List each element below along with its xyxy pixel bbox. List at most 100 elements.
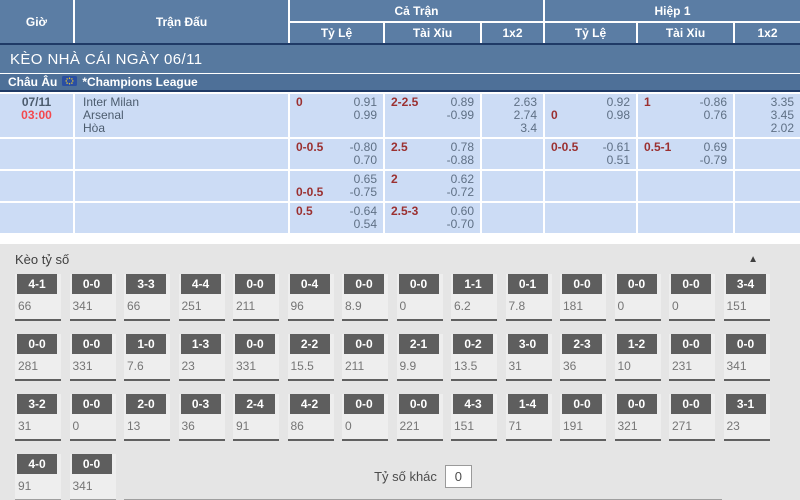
h1-handicap-cell[interactable] xyxy=(545,203,636,233)
ft-handicap-cell[interactable]: 0.650-0.5-0.75 xyxy=(290,171,383,201)
ft-overunder-cell[interactable]: 2-2.50.89-0.99 xyxy=(385,94,480,137)
score-odd-value: 71 xyxy=(506,414,552,433)
score-cell[interactable]: 0-496 xyxy=(288,274,334,321)
h1-1x2-cell[interactable] xyxy=(735,171,800,201)
collapse-arrow-icon[interactable]: ▲ xyxy=(748,254,758,265)
score-cell[interactable]: 2-19.9 xyxy=(397,334,443,381)
score-cell[interactable]: 1-07.6 xyxy=(124,334,170,381)
score-cell[interactable]: 0-00 xyxy=(615,274,661,321)
score-cell[interactable]: 0-0231 xyxy=(669,334,715,381)
score-cell[interactable]: 0-336 xyxy=(179,394,225,441)
score-cell[interactable]: 0-00 xyxy=(397,274,443,321)
score-label: 0-0 xyxy=(617,274,657,294)
score-cell[interactable]: 0-213.5 xyxy=(451,334,497,381)
score-cell[interactable]: 0-0221 xyxy=(397,394,443,441)
score-cell[interactable]: 3-031 xyxy=(506,334,552,381)
score-cell[interactable]: 0-00 xyxy=(342,394,388,441)
score-cell[interactable]: 0-0281 xyxy=(15,334,61,381)
handicap-value: 2 xyxy=(391,173,398,186)
ft-overunder-cell[interactable]: 20.62-0.72 xyxy=(385,171,480,201)
column-header-h1-1x2: 1x2 xyxy=(735,23,800,43)
h1-overunder-cell[interactable]: 0.5-10.69-0.79 xyxy=(638,139,733,169)
ft-overunder-cell[interactable]: 2.5-30.60-0.70 xyxy=(385,203,480,233)
score-label: 4-2 xyxy=(290,394,330,414)
h1-overunder-cell[interactable]: 1-0.860.76 xyxy=(638,94,733,137)
score-odd-value: 341 xyxy=(70,474,116,493)
odds-line: -0.88 xyxy=(385,154,480,167)
score-cell[interactable]: 0-0211 xyxy=(342,334,388,381)
h1-1x2-cell[interactable] xyxy=(735,139,800,169)
handicap-value: 0.5-1 xyxy=(644,141,671,154)
score-cell[interactable]: 2-013 xyxy=(124,394,170,441)
ft-overunder-cell[interactable]: 2.50.78-0.88 xyxy=(385,139,480,169)
ft-1x2-cell[interactable] xyxy=(482,139,543,169)
team-name: Hòa xyxy=(83,122,288,135)
score-label: 0-0 xyxy=(17,334,57,354)
score-cell[interactable]: 3-4151 xyxy=(724,274,770,321)
league-region: Châu Âu xyxy=(8,75,57,89)
score-cell[interactable]: 1-16.2 xyxy=(451,274,497,321)
score-cell[interactable]: 1-210 xyxy=(615,334,661,381)
score-odd-value: 10 xyxy=(615,354,661,373)
score-cell[interactable]: 0-00 xyxy=(669,274,715,321)
score-cell[interactable]: 0-00 xyxy=(70,394,116,441)
time-cell xyxy=(0,203,73,233)
ft-1x2-cell[interactable] xyxy=(482,171,543,201)
score-cell[interactable]: 4-3151 xyxy=(451,394,497,441)
h1-handicap-cell[interactable]: 0.9200.98 xyxy=(545,94,636,137)
score-cell[interactable]: 1-323 xyxy=(179,334,225,381)
score-label: 0-0 xyxy=(671,394,711,414)
odds-line: 0.99 xyxy=(290,109,383,122)
score-cell[interactable]: 4-4251 xyxy=(179,274,225,321)
other-score-input[interactable] xyxy=(445,465,472,488)
h1-overunder-cell[interactable] xyxy=(638,203,733,233)
score-row: 4-0910-0341Tỷ số khác xyxy=(15,454,800,500)
score-cell[interactable]: 2-491 xyxy=(233,394,279,441)
score-odd-value: 13 xyxy=(124,414,170,433)
score-cell[interactable]: 0-0341 xyxy=(70,454,116,500)
score-cell[interactable]: 0-17.8 xyxy=(506,274,552,321)
score-cell[interactable]: 0-0271 xyxy=(669,394,715,441)
score-cell[interactable]: 3-123 xyxy=(724,394,770,441)
odds-line: 00.98 xyxy=(545,109,636,122)
score-label: 0-0 xyxy=(399,274,439,294)
score-cell[interactable]: 4-091 xyxy=(15,454,61,500)
score-cell[interactable]: 0-0341 xyxy=(724,334,770,381)
score-cell[interactable]: 0-0321 xyxy=(615,394,661,441)
ft-handicap-cell[interactable]: 00.910.99 xyxy=(290,94,383,137)
score-cell[interactable]: 0-0341 xyxy=(70,274,116,321)
odds-line: 0.54 xyxy=(290,218,383,231)
score-label: 1-0 xyxy=(126,334,166,354)
score-cell[interactable]: 3-231 xyxy=(15,394,61,441)
ft-handicap-cell[interactable]: 0.5-0.640.54 xyxy=(290,203,383,233)
odds-line: -0.79 xyxy=(638,154,733,167)
score-cell[interactable]: 0-0211 xyxy=(233,274,279,321)
score-cell[interactable]: 2-336 xyxy=(560,334,606,381)
score-cell[interactable]: 0-0191 xyxy=(560,394,606,441)
score-cell[interactable]: 2-215.5 xyxy=(288,334,334,381)
score-cell[interactable]: 0-0331 xyxy=(70,334,116,381)
ft-1x2-cell[interactable] xyxy=(482,203,543,233)
h1-1x2-cell[interactable]: 3.353.452.02 xyxy=(735,94,800,137)
score-cell[interactable]: 4-166 xyxy=(15,274,61,321)
odd-value: 0.99 xyxy=(354,109,377,122)
score-cell[interactable]: 4-286 xyxy=(288,394,334,441)
handicap-value: 0.5 xyxy=(296,205,313,218)
score-cell[interactable]: 0-0181 xyxy=(560,274,606,321)
handicap-value: 0-0.5 xyxy=(551,141,578,154)
score-row: 4-1660-03413-3664-42510-02110-4960-08.90… xyxy=(15,274,800,321)
h1-overunder-cell[interactable] xyxy=(638,171,733,201)
h1-handicap-cell[interactable] xyxy=(545,171,636,201)
score-cell[interactable]: 3-366 xyxy=(124,274,170,321)
teams-cell xyxy=(75,203,288,233)
h1-handicap-cell[interactable]: 0-0.5-0.610.51 xyxy=(545,139,636,169)
score-odd-value: 13.5 xyxy=(451,354,497,373)
h1-1x2-cell[interactable] xyxy=(735,203,800,233)
score-odd-value: 9.9 xyxy=(397,354,443,373)
score-cell[interactable]: 0-08.9 xyxy=(342,274,388,321)
ft-handicap-cell[interactable]: 0-0.5-0.800.70 xyxy=(290,139,383,169)
score-cell[interactable]: 0-0331 xyxy=(233,334,279,381)
score-cell[interactable]: 1-471 xyxy=(506,394,552,441)
odd-value: -0.99 xyxy=(447,109,474,122)
ft-1x2-cell[interactable]: 2.632.743.4 xyxy=(482,94,543,137)
